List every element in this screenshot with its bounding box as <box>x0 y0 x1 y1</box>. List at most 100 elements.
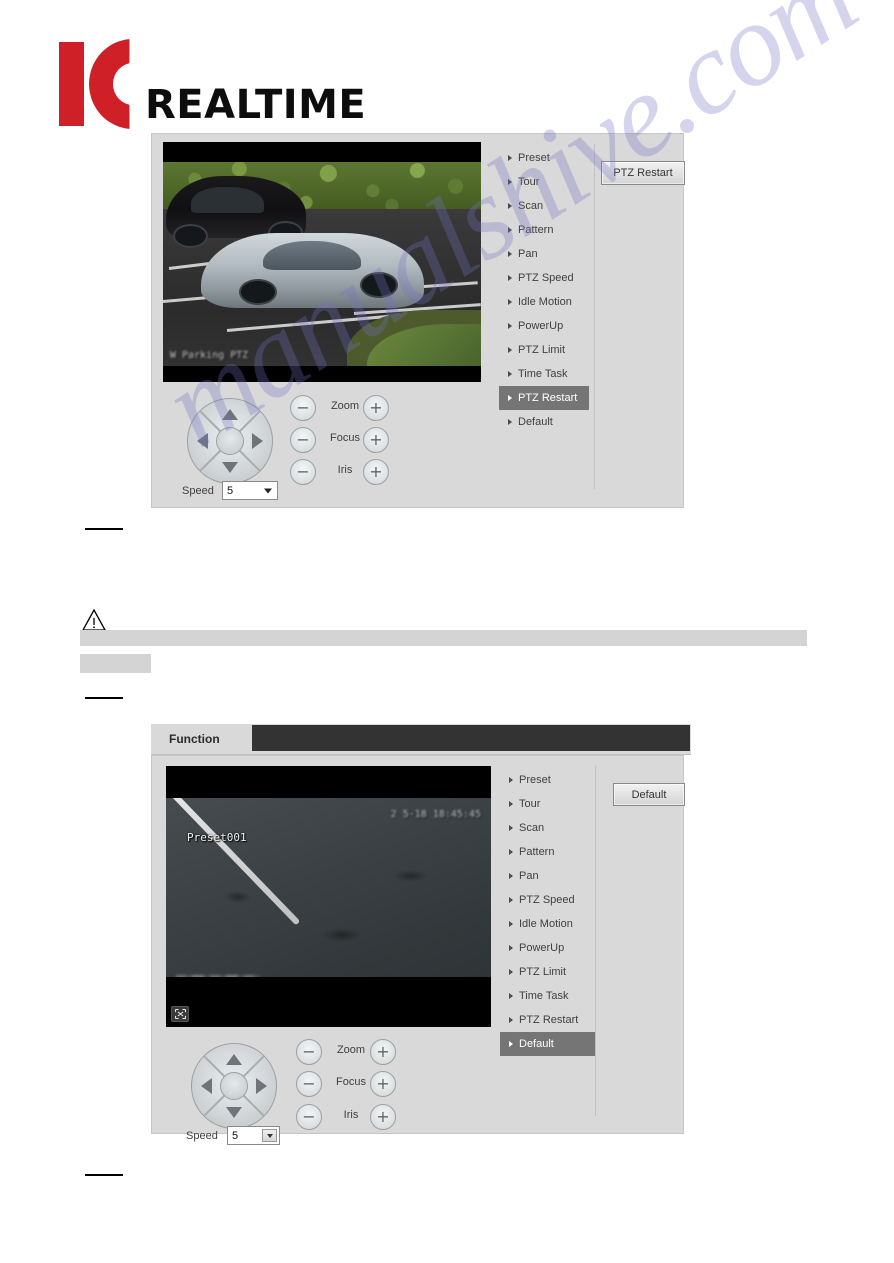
ptz-home-button[interactable] <box>216 427 244 455</box>
menu-item-ptz-restart[interactable]: PTZ Restart <box>500 1008 595 1032</box>
zoom-plus-button[interactable]: + <box>370 1039 396 1065</box>
video-osd-timestamp: 2 5-18 18:45:45 <box>390 809 481 820</box>
menu-item-label: PTZ Limit <box>519 966 567 978</box>
menu-item-label: Scan <box>518 200 544 212</box>
ptz-panel-default: Preset001 2 5-18 18:45:45 Preset Tour Scan… <box>151 755 685 1145</box>
warning-triangle-icon <box>81 608 107 631</box>
menu-divider <box>594 144 595 489</box>
speed-select[interactable]: 5 <box>227 1126 280 1145</box>
caret-right-icon <box>508 203 512 209</box>
menu-item-tour[interactable]: Tour <box>499 170 589 194</box>
menu-item-ptz-restart[interactable]: PTZ Restart <box>499 386 589 410</box>
menu-item-label: Idle Motion <box>518 296 572 308</box>
ptz-left-button[interactable] <box>201 1078 213 1094</box>
menu-item-label: PowerUp <box>519 942 565 954</box>
menu-item-label: Pan <box>519 870 539 882</box>
zoom-plus-button[interactable]: + <box>363 395 389 421</box>
menu-item-label: Tour <box>519 798 541 810</box>
menu-item-pattern[interactable]: Pattern <box>500 840 595 864</box>
menu-item-ptz-limit[interactable]: PTZ Limit <box>499 338 589 362</box>
vehicle-window <box>263 240 362 271</box>
menu-item-ptz-limit[interactable]: PTZ Limit <box>500 960 595 984</box>
caret-right-icon <box>509 825 513 831</box>
focus-plus-button[interactable]: + <box>370 1071 396 1097</box>
iris-minus-button[interactable]: − <box>290 459 316 485</box>
menu-item-preset[interactable]: Preset <box>499 146 589 170</box>
brand-logo: REALTIME <box>57 36 366 129</box>
ptz-right-button[interactable] <box>251 433 263 449</box>
ptz-up-button[interactable] <box>222 409 238 421</box>
caret-right-icon <box>509 777 513 783</box>
scene-smudge <box>322 927 362 942</box>
ptz-direction-pad[interactable] <box>187 398 273 484</box>
menu-item-label: Pattern <box>519 846 555 858</box>
speed-value: 5 <box>232 1129 239 1142</box>
ptz-function-menu[interactable]: Preset Tour Scan Pattern Pan PTZ Speed Idle Mo… <box>500 768 595 1056</box>
menu-item-scan[interactable]: Scan <box>499 194 589 218</box>
caret-right-icon <box>508 299 512 305</box>
speed-select[interactable]: 5 <box>222 481 278 500</box>
menu-item-label: PTZ Restart <box>518 392 578 404</box>
iris-label: Iris <box>337 464 353 476</box>
redacted-label-bar <box>80 654 151 673</box>
iris-plus-button[interactable]: + <box>370 1104 396 1130</box>
caption-rule-bottom-2 <box>85 1174 123 1176</box>
menu-item-pan[interactable]: Pan <box>500 864 595 888</box>
menu-item-label: Time Task <box>519 990 569 1002</box>
menu-item-idle-motion[interactable]: Idle Motion <box>500 912 595 936</box>
menu-item-preset[interactable]: Preset <box>500 768 595 792</box>
ptz-home-button[interactable] <box>220 1072 248 1100</box>
ptz-restart-button[interactable]: PTZ Restart <box>601 161 685 185</box>
menu-item-default[interactable]: Default <box>499 410 589 434</box>
ptz-up-button[interactable] <box>226 1054 242 1066</box>
menu-item-idle-motion[interactable]: Idle Motion <box>499 290 589 314</box>
caret-right-icon <box>509 945 513 951</box>
menu-item-label: Scan <box>519 822 545 834</box>
focus-minus-button[interactable]: − <box>290 427 316 453</box>
menu-item-ptz-speed[interactable]: PTZ Speed <box>499 266 589 290</box>
ptz-function-menu[interactable]: Preset Tour Scan Pattern Pan PTZ Speed Idle Mo… <box>499 146 589 434</box>
logo-letter-i-icon <box>59 42 84 126</box>
live-video-feed-parking[interactable]: W Parking PTZ <box>163 142 481 382</box>
menu-item-powerup[interactable]: PowerUp <box>499 314 589 338</box>
vehicle-wheel <box>172 223 208 248</box>
ptz-right-button[interactable] <box>255 1078 267 1094</box>
zoom-minus-button[interactable]: − <box>290 395 316 421</box>
video-letterbox-top <box>166 766 491 798</box>
menu-item-pattern[interactable]: Pattern <box>499 218 589 242</box>
caret-right-icon <box>508 251 512 257</box>
ptz-down-button[interactable] <box>226 1106 242 1118</box>
caption-rule-bottom <box>85 697 123 699</box>
vehicle-wheel <box>360 271 399 298</box>
speed-value: 5 <box>227 484 234 497</box>
menu-item-label: Default <box>519 1038 554 1050</box>
focus-minus-button[interactable]: − <box>296 1071 322 1097</box>
menu-item-tour[interactable]: Tour <box>500 792 595 816</box>
caret-right-icon <box>508 227 512 233</box>
iris-minus-button[interactable]: − <box>296 1104 322 1130</box>
ptz-left-button[interactable] <box>197 433 209 449</box>
ptz-down-button[interactable] <box>222 461 238 473</box>
menu-item-label: Tour <box>518 176 540 188</box>
zoom-minus-button[interactable]: − <box>296 1039 322 1065</box>
iris-plus-button[interactable]: + <box>363 459 389 485</box>
function-tabbar: Function <box>151 724 691 754</box>
menu-item-time-task[interactable]: Time Task <box>499 362 589 386</box>
menu-item-powerup[interactable]: PowerUp <box>500 936 595 960</box>
scene-smudge <box>224 891 251 904</box>
default-button[interactable]: Default <box>613 783 685 806</box>
menu-item-time-task[interactable]: Time Task <box>500 984 595 1008</box>
menu-item-label: Pattern <box>518 224 554 236</box>
menu-item-scan[interactable]: Scan <box>500 816 595 840</box>
menu-item-pan[interactable]: Pan <box>499 242 589 266</box>
vehicle-silver-car <box>201 233 424 308</box>
tab-function[interactable]: Function <box>169 732 220 746</box>
fullscreen-icon[interactable] <box>171 1006 189 1022</box>
chevron-down-icon[interactable] <box>262 1129 277 1142</box>
menu-item-default[interactable]: Default <box>500 1032 595 1056</box>
live-video-feed-preset[interactable]: Preset001 2 5-18 18:45:45 <box>166 766 491 1027</box>
caret-right-icon <box>509 873 513 879</box>
focus-plus-button[interactable]: + <box>363 427 389 453</box>
ptz-direction-pad[interactable] <box>191 1043 277 1129</box>
menu-item-ptz-speed[interactable]: PTZ Speed <box>500 888 595 912</box>
